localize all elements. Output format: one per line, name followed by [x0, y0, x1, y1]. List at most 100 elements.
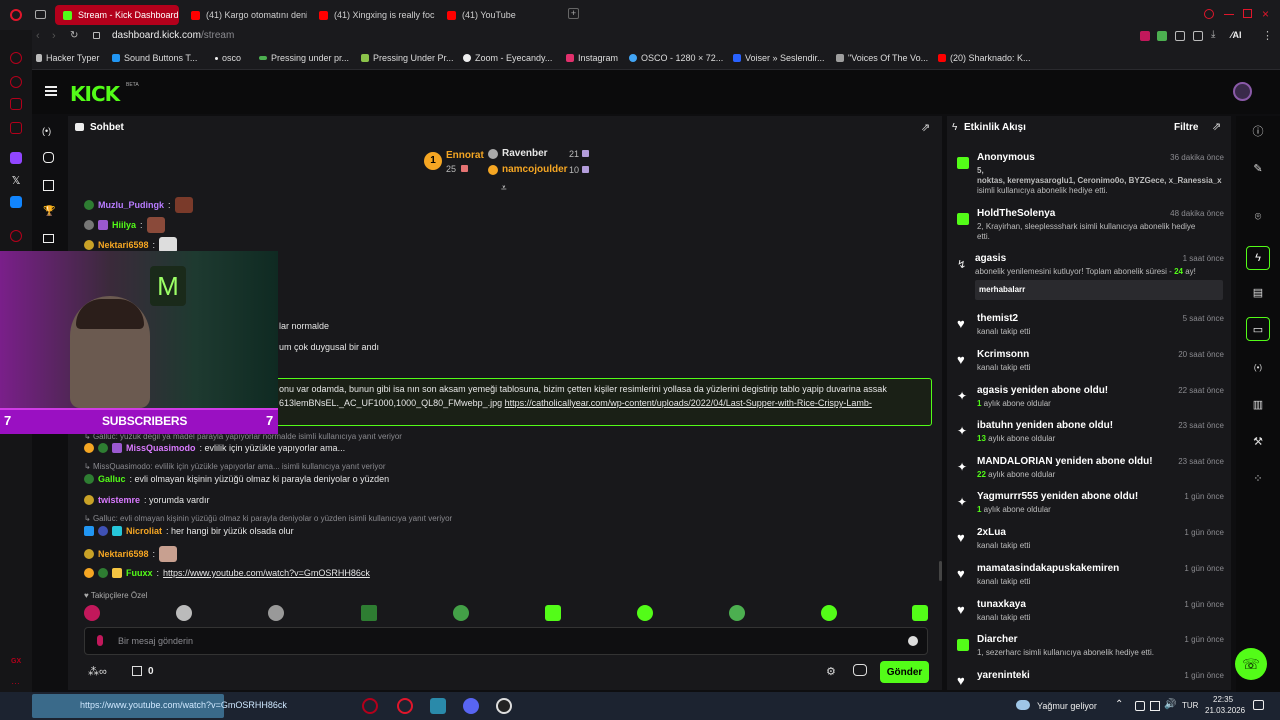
emote-button[interactable]: [912, 605, 928, 621]
discord-taskbar-icon[interactable]: [463, 698, 479, 714]
activity-name[interactable]: MANDALORIAN yeniden abone oldu!: [977, 456, 1153, 467]
activity-item[interactable]: ♥ Kcrimsonn 20 saat önce kanalı takip et…: [954, 349, 1226, 383]
chat-icon[interactable]: ▭: [1246, 317, 1270, 341]
highlight-link[interactable]: https://catholicallyear.com/wp-content/u…: [505, 398, 872, 408]
instagram-icon[interactable]: [10, 122, 22, 134]
activity-name[interactable]: agasis yeniden abone oldu!: [977, 385, 1108, 396]
chat-username[interactable]: Nicroliat: [126, 526, 162, 536]
analytics-icon[interactable]: [43, 180, 54, 191]
bookmark[interactable]: osco: [215, 53, 241, 63]
extension-icon[interactable]: [1140, 31, 1150, 41]
chat-scrollbar[interactable]: [939, 561, 942, 581]
chat-username[interactable]: Nektari6598: [98, 240, 149, 250]
opera-logo-icon[interactable]: [10, 9, 22, 21]
tab-youtube-3[interactable]: (41) YouTube: [439, 5, 563, 25]
reply-context[interactable]: ↳ MissQuasimodo: evlilik için yüzükle ya…: [84, 462, 385, 471]
activity-name[interactable]: yareninteki: [977, 670, 1030, 681]
tray-icon[interactable]: [1135, 701, 1145, 711]
reply-context[interactable]: ↳ Galluc: evli olmayan kişinin yüzüğü ol…: [84, 514, 452, 523]
opera-gx-taskbar-icon[interactable]: [362, 698, 378, 714]
extension-icon[interactable]: [1157, 31, 1167, 41]
emote-button[interactable]: [545, 605, 561, 621]
trophy-icon[interactable]: 🏆: [43, 206, 55, 217]
activity-item[interactable]: ✦ agasis yeniden abone oldu! 22 saat önc…: [954, 385, 1226, 419]
volume-icon[interactable]: 🔊: [1164, 699, 1176, 710]
notes-icon[interactable]: ▤: [1250, 284, 1266, 300]
emote-button[interactable]: [176, 605, 192, 621]
popout-icon[interactable]: ⇗: [921, 121, 930, 134]
bookmark[interactable]: OSCO - 1280 × 72...: [629, 53, 723, 63]
new-tab-button[interactable]: +: [568, 8, 579, 19]
gift-box-icon[interactable]: [132, 666, 142, 676]
wrench-icon[interactable]: ⚒: [1250, 433, 1266, 449]
link-icon[interactable]: [43, 152, 54, 163]
activity-item[interactable]: ✦ MANDALORIAN yeniden abone oldu! 23 saa…: [954, 456, 1226, 490]
top-gifter-name[interactable]: Ravenber: [502, 148, 548, 159]
messenger-icon[interactable]: [10, 76, 22, 88]
moderation-icon[interactable]: ▥: [1250, 396, 1266, 412]
microphone-icon[interactable]: [97, 635, 103, 646]
activity-name[interactable]: Anonymous: [977, 152, 1035, 163]
top-gifter-name[interactable]: namcojoulder: [502, 164, 568, 175]
activity-name[interactable]: mamatasindakapuskakemiren: [977, 563, 1119, 574]
opera-taskbar-icon[interactable]: [397, 698, 413, 714]
activity-item[interactable]: HoldTheSolenya 48 dakika önce 2, Krayirh…: [954, 208, 1226, 244]
activity-name[interactable]: themist2: [977, 313, 1018, 324]
close-window-button[interactable]: ×: [1262, 7, 1269, 21]
filter-button[interactable]: Filtre: [1174, 122, 1198, 133]
activity-item[interactable]: Diarcher 1 gün önce 1, sezerharc isimli …: [954, 634, 1226, 668]
activity-item[interactable]: ♥ yareninteki 1 gün önce: [954, 670, 1226, 688]
weather-text[interactable]: Yağmur geliyor: [1037, 701, 1097, 711]
whatsapp-icon[interactable]: [10, 98, 22, 110]
emoji-icon[interactable]: [908, 636, 918, 646]
minimize-button[interactable]: [1224, 14, 1234, 15]
chat-message-input[interactable]: Bir mesaj gönderin: [84, 627, 928, 655]
bookmark[interactable]: Sound Buttons T...: [112, 53, 197, 63]
bluesky-icon[interactable]: [10, 196, 22, 208]
activity-name[interactable]: ibatuhn yeniden abone oldu!: [977, 420, 1113, 431]
top-gifter-rank1[interactable]: 1: [424, 152, 442, 170]
activity-item[interactable]: ♥ tunaxkaya 1 gün önce kanalı takip etti: [954, 599, 1226, 633]
activity-name[interactable]: HoldTheSolenya: [977, 208, 1055, 219]
search-tabs-icon[interactable]: [1204, 9, 1214, 19]
integrations-icon[interactable]: ⁘: [1250, 470, 1266, 486]
emote-button[interactable]: [84, 605, 100, 621]
clock-time[interactable]: 22:35: [1213, 695, 1233, 704]
player-icon[interactable]: [10, 230, 22, 242]
x-icon[interactable]: 𝕏: [10, 175, 22, 187]
tray-chevron-icon[interactable]: ⌃: [1115, 699, 1123, 710]
emote-button[interactable]: [453, 605, 469, 621]
network-icon[interactable]: [1150, 701, 1160, 711]
bookmark[interactable]: (20) Sharknado: K...: [938, 53, 1031, 63]
chat-username[interactable]: Galluc: [98, 474, 126, 484]
bookmark[interactable]: Hacker Typer: [36, 53, 99, 63]
top-gifter-name[interactable]: Ennorat: [446, 150, 484, 161]
chat-username[interactable]: Muzlu_Pudingk: [98, 200, 164, 210]
aria-icon[interactable]: [10, 52, 22, 64]
extensions-puzzle-icon[interactable]: [1175, 31, 1185, 41]
activity-item[interactable]: ✦ ibatuhn yeniden abone oldu! 23 saat ön…: [954, 420, 1226, 454]
info-icon[interactable]: ⓘ: [1250, 123, 1266, 139]
maximize-button[interactable]: [1243, 9, 1252, 18]
channel-points-icon[interactable]: ⁂∞: [88, 665, 107, 678]
activity-name[interactable]: agasis: [975, 253, 1006, 264]
chat-username[interactable]: MissQuasimodo: [126, 443, 196, 453]
support-chat-button[interactable]: ☏: [1235, 648, 1267, 680]
bookmark[interactable]: Pressing under pr...: [259, 53, 349, 63]
activity-item[interactable]: ♥ themist2 5 saat önce kanalı takip etti: [954, 313, 1226, 347]
language-indicator[interactable]: TUR: [1182, 701, 1198, 710]
camera-icon[interactable]: ⌾: [1250, 209, 1266, 225]
media-icon[interactable]: [43, 234, 54, 243]
url-field[interactable]: dashboard.kick.com/stream: [112, 30, 234, 41]
forward-icon[interactable]: ›: [52, 30, 56, 42]
activity-name[interactable]: Yagmurrr555 yeniden abone oldu!: [977, 491, 1138, 502]
download-icon[interactable]: ⤓: [1211, 29, 1215, 40]
chat-username[interactable]: Hiilya: [112, 220, 136, 230]
activity-item[interactable]: ♥ mamatasindakapuskakemiren 1 gün önce k…: [954, 563, 1226, 597]
extras-icon[interactable]: [853, 664, 867, 676]
user-avatar[interactable]: [1233, 82, 1252, 101]
kick-logo[interactable]: KICK: [70, 82, 120, 106]
emote-button[interactable]: [821, 605, 837, 621]
notification-icon[interactable]: [1253, 700, 1264, 710]
tab-kick-dashboard[interactable]: Stream - Kick Dashboard: [55, 5, 179, 25]
